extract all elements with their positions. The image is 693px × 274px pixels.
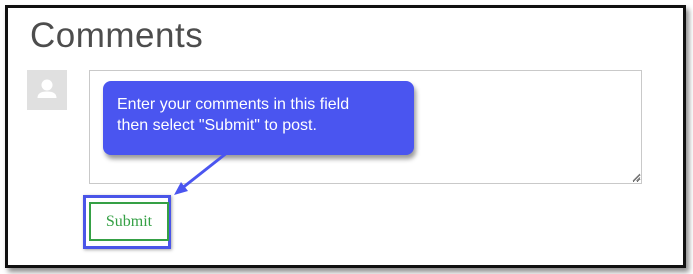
comments-panel: Comments Submit Enter your comments in t… — [5, 5, 686, 268]
callout-line-2: then select "Submit" to post. — [117, 117, 317, 134]
submit-button[interactable]: Submit — [89, 202, 169, 241]
section-title: Comments — [30, 16, 204, 55]
instruction-callout: Enter your comments in this field then s… — [103, 81, 414, 155]
resize-grip-icon[interactable] — [631, 172, 641, 182]
user-silhouette-icon — [37, 79, 57, 98]
avatar — [27, 70, 67, 110]
callout-line-1: Enter your comments in this field — [117, 96, 350, 113]
